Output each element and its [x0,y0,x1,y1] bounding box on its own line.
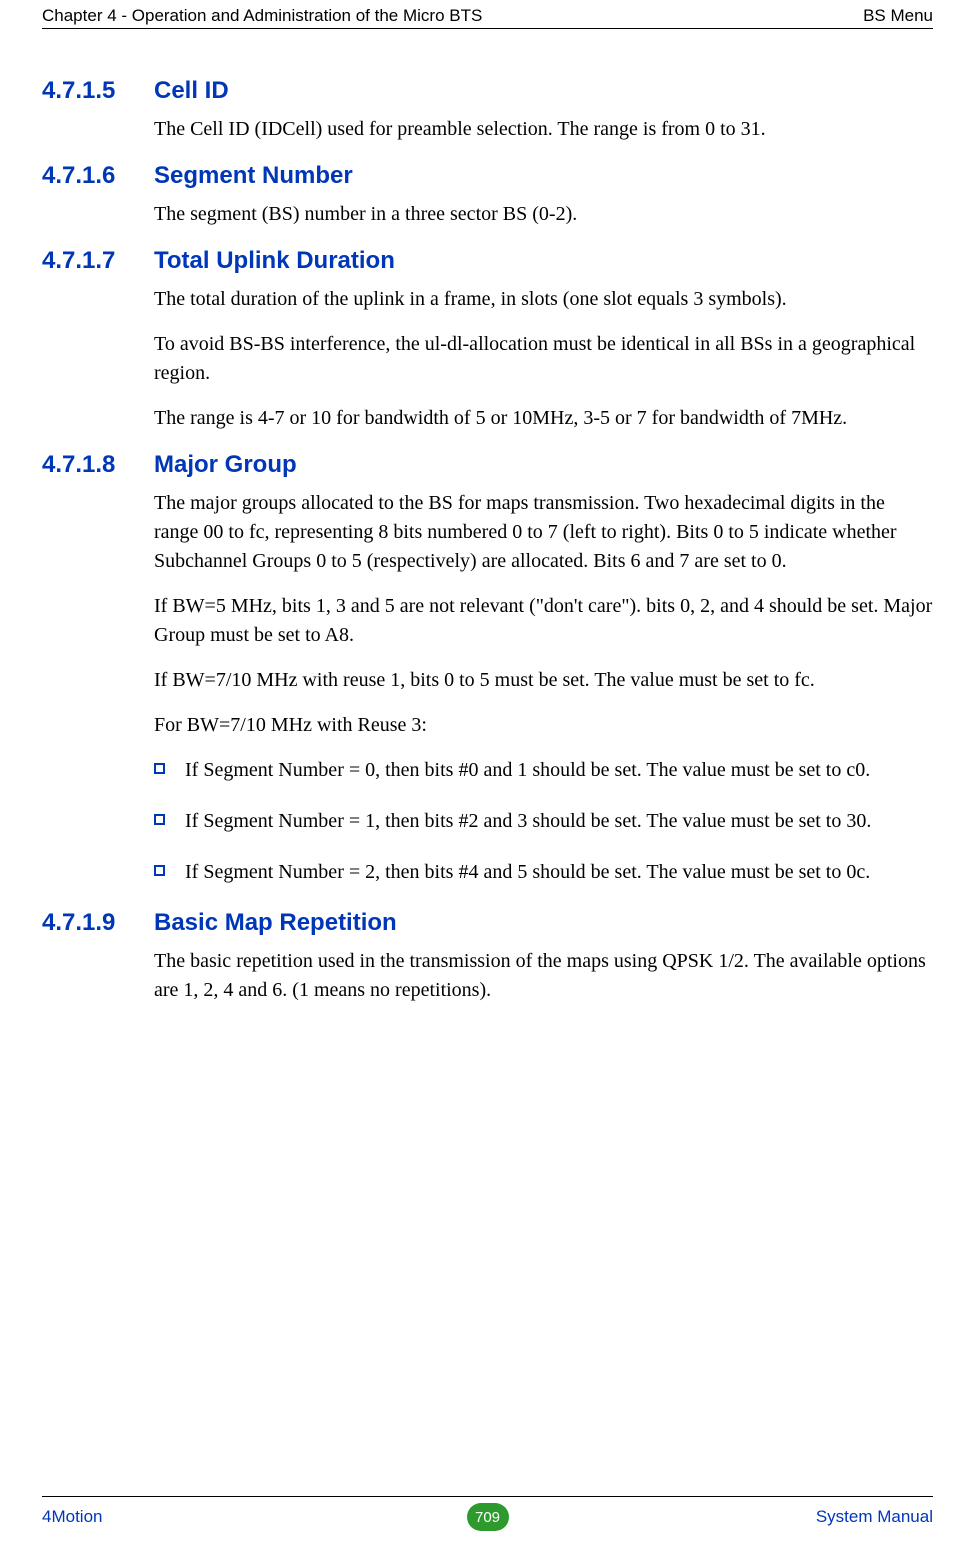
list-item-text: If Segment Number = 0, then bits #0 and … [185,756,870,785]
body-paragraph: The total duration of the uplink in a fr… [154,285,933,314]
section-body: The Cell ID (IDCell) used for preamble s… [42,115,933,144]
heading-title: Total Uplink Duration [154,247,395,275]
body-paragraph: To avoid BS-BS interference, the ul-dl-a… [154,330,933,388]
square-bullet-icon [154,763,165,774]
body-paragraph: The basic repetition used in the transmi… [154,947,933,1005]
page-number-badge: 709 [467,1503,509,1531]
section-body: The basic repetition used in the transmi… [42,947,933,1005]
heading-title: Cell ID [154,77,229,105]
heading-title: Segment Number [154,162,353,190]
footer-right: System Manual [509,1507,934,1527]
heading-row: 4.7.1.9 Basic Map Repetition [42,909,933,937]
page: Chapter 4 - Operation and Administration… [0,0,975,1545]
section-total-uplink-duration: 4.7.1.7 Total Uplink Duration The total … [42,247,933,433]
section-major-group: 4.7.1.8 Major Group The major groups all… [42,451,933,887]
list-item: If Segment Number = 1, then bits #2 and … [154,807,933,836]
heading-number: 4.7.1.7 [42,247,154,275]
body-paragraph: For BW=7/10 MHz with Reuse 3: [154,711,933,740]
section-body: The segment (BS) number in a three secto… [42,200,933,229]
body-paragraph: The range is 4-7 or 10 for bandwidth of … [154,404,933,433]
heading-row: 4.7.1.6 Segment Number [42,162,933,190]
list-item-text: If Segment Number = 1, then bits #2 and … [185,807,871,836]
section-cell-id: 4.7.1.5 Cell ID The Cell ID (IDCell) use… [42,77,933,144]
footer-left: 4Motion [42,1507,467,1527]
heading-number: 4.7.1.5 [42,77,154,105]
content-area: 4.7.1.5 Cell ID The Cell ID (IDCell) use… [42,29,933,1005]
list-item-text: If Segment Number = 2, then bits #4 and … [185,858,870,887]
body-paragraph: If BW=7/10 MHz with reuse 1, bits 0 to 5… [154,666,933,695]
section-basic-map-repetition: 4.7.1.9 Basic Map Repetition The basic r… [42,909,933,1005]
heading-row: 4.7.1.8 Major Group [42,451,933,479]
footer-center: 709 [467,1503,509,1531]
heading-number: 4.7.1.9 [42,909,154,937]
body-paragraph: The Cell ID (IDCell) used for preamble s… [154,115,933,144]
heading-title: Major Group [154,451,297,479]
section-body: The major groups allocated to the BS for… [42,489,933,887]
body-paragraph: The segment (BS) number in a three secto… [154,200,933,229]
header-left: Chapter 4 - Operation and Administration… [42,6,482,26]
list-item: If Segment Number = 2, then bits #4 and … [154,858,933,887]
bullet-list: If Segment Number = 0, then bits #0 and … [154,756,933,887]
footer-bar: 4Motion 709 System Manual [42,1496,933,1531]
header-right: BS Menu [863,6,933,26]
heading-row: 4.7.1.7 Total Uplink Duration [42,247,933,275]
heading-number: 4.7.1.6 [42,162,154,190]
list-item: If Segment Number = 0, then bits #0 and … [154,756,933,785]
section-segment-number: 4.7.1.6 Segment Number The segment (BS) … [42,162,933,229]
header-bar: Chapter 4 - Operation and Administration… [42,0,933,29]
square-bullet-icon [154,865,165,876]
heading-title: Basic Map Repetition [154,909,397,937]
body-paragraph: If BW=5 MHz, bits 1, 3 and 5 are not rel… [154,592,933,650]
heading-row: 4.7.1.5 Cell ID [42,77,933,105]
body-paragraph: The major groups allocated to the BS for… [154,489,933,576]
heading-number: 4.7.1.8 [42,451,154,479]
section-body: The total duration of the uplink in a fr… [42,285,933,433]
square-bullet-icon [154,814,165,825]
